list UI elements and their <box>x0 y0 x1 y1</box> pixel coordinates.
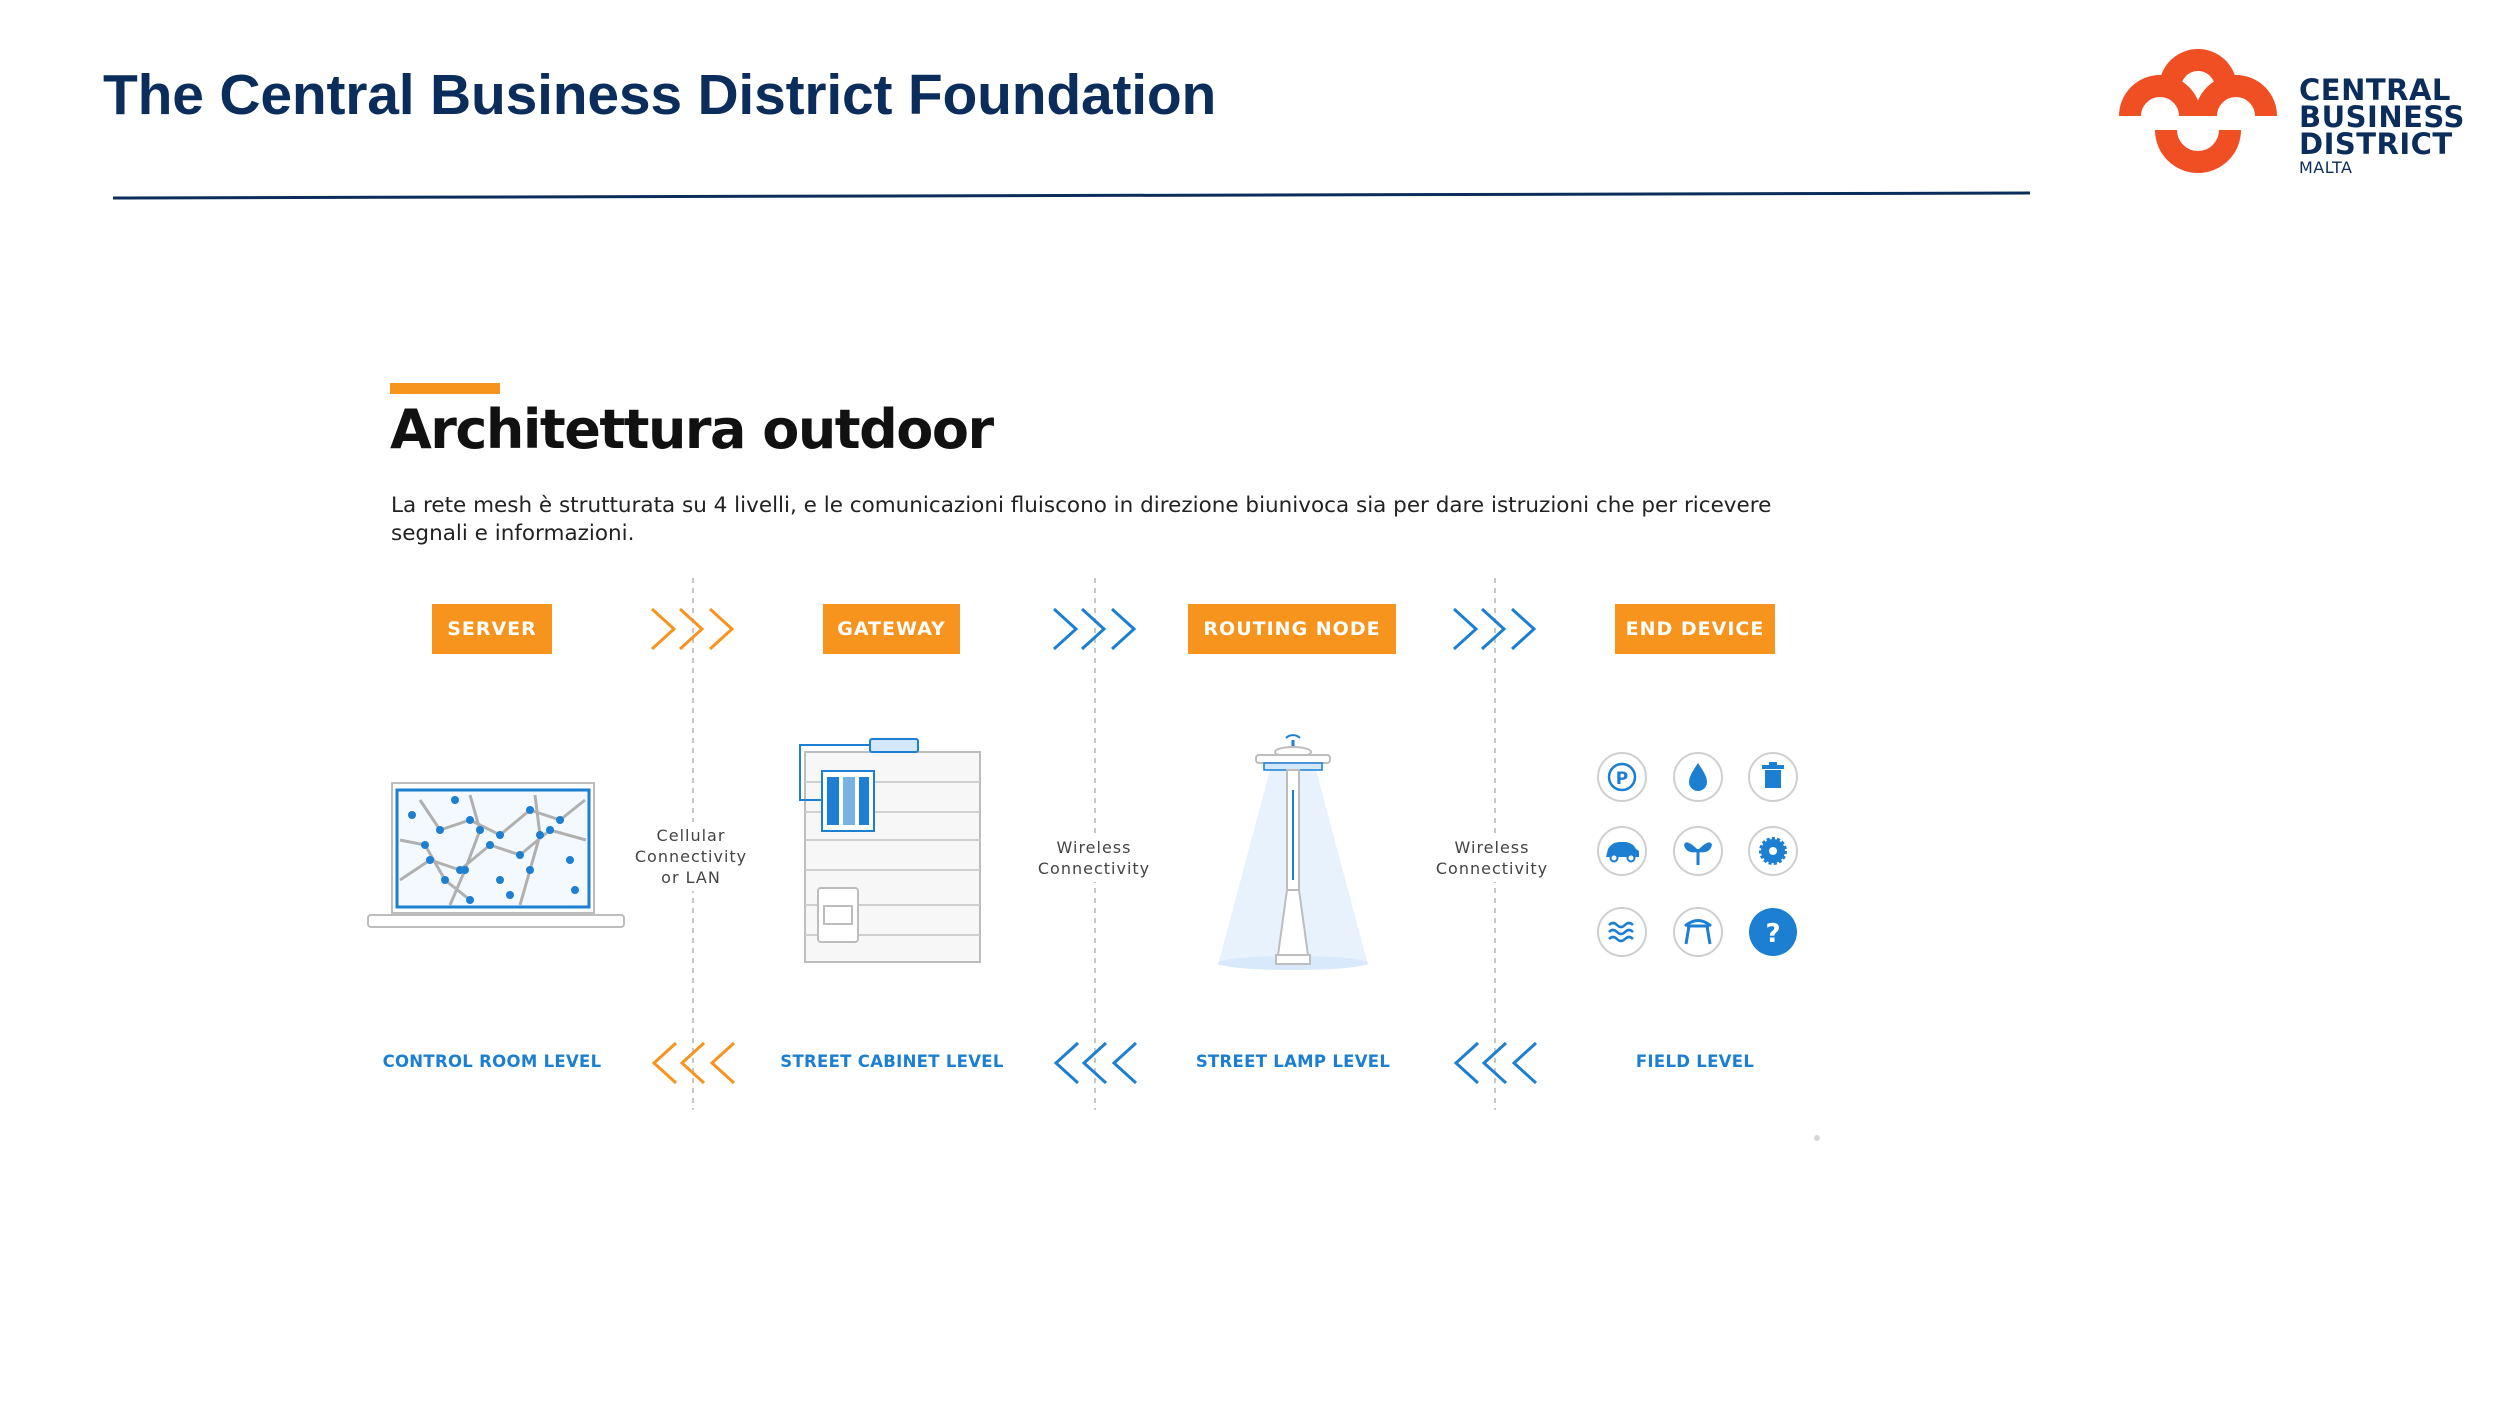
gear-sensor-icon <box>1748 826 1798 876</box>
stage-pill-gateway: GATEWAY <box>823 604 960 654</box>
street-lamp-icon <box>1218 734 1368 970</box>
stage-pill-end-device: END DEVICE <box>1615 604 1775 654</box>
street-cabinet-icon <box>799 738 981 963</box>
level-label-street-cabinet: STREET CABINET LEVEL <box>780 1052 1004 1071</box>
bench-icon <box>1673 907 1723 957</box>
svg-text:?: ? <box>1765 919 1780 949</box>
connection-2-line-1: Wireless <box>1056 838 1132 857</box>
stage-pill-routing-node: ROUTING NODE <box>1188 604 1396 654</box>
level-label-control-room: CONTROL ROOM LEVEL <box>382 1052 602 1071</box>
plant-icon <box>1673 826 1723 876</box>
question-icon: ? <box>1749 908 1797 956</box>
car-icon <box>1597 826 1647 876</box>
parking-icon: P <box>1597 752 1647 802</box>
connection-label-2: Wireless Connectivity <box>1037 834 1151 882</box>
trash-bin-icon <box>1748 752 1798 802</box>
connection-label-1: Cellular Connectivity or LAN <box>634 822 748 891</box>
connection-1-line-1: Cellular <box>656 826 726 845</box>
level-label-field: FIELD LEVEL <box>1635 1052 1755 1071</box>
connection-3-line-2: Connectivity <box>1435 859 1549 878</box>
svg-text:P: P <box>1616 769 1628 789</box>
water-drop-icon <box>1673 752 1723 802</box>
end-device-grid: P ? <box>1597 752 1798 957</box>
connection-label-3: Wireless Connectivity <box>1435 834 1549 882</box>
forward-arrows <box>650 607 1537 651</box>
connection-1-line-2: Connectivity <box>634 847 748 866</box>
laptop-map-icon <box>367 782 625 928</box>
connection-3-line-1: Wireless <box>1454 838 1530 857</box>
connection-1-line-3: or LAN <box>661 868 721 887</box>
stage-pill-server: SERVER <box>432 604 552 654</box>
connection-2-line-2: Connectivity <box>1037 859 1151 878</box>
stray-dot <box>1814 1135 1820 1141</box>
level-label-street-lamp: STREET LAMP LEVEL <box>1195 1052 1391 1071</box>
architecture-diagram: P ? <box>367 578 1820 1141</box>
waves-icon <box>1597 907 1647 957</box>
